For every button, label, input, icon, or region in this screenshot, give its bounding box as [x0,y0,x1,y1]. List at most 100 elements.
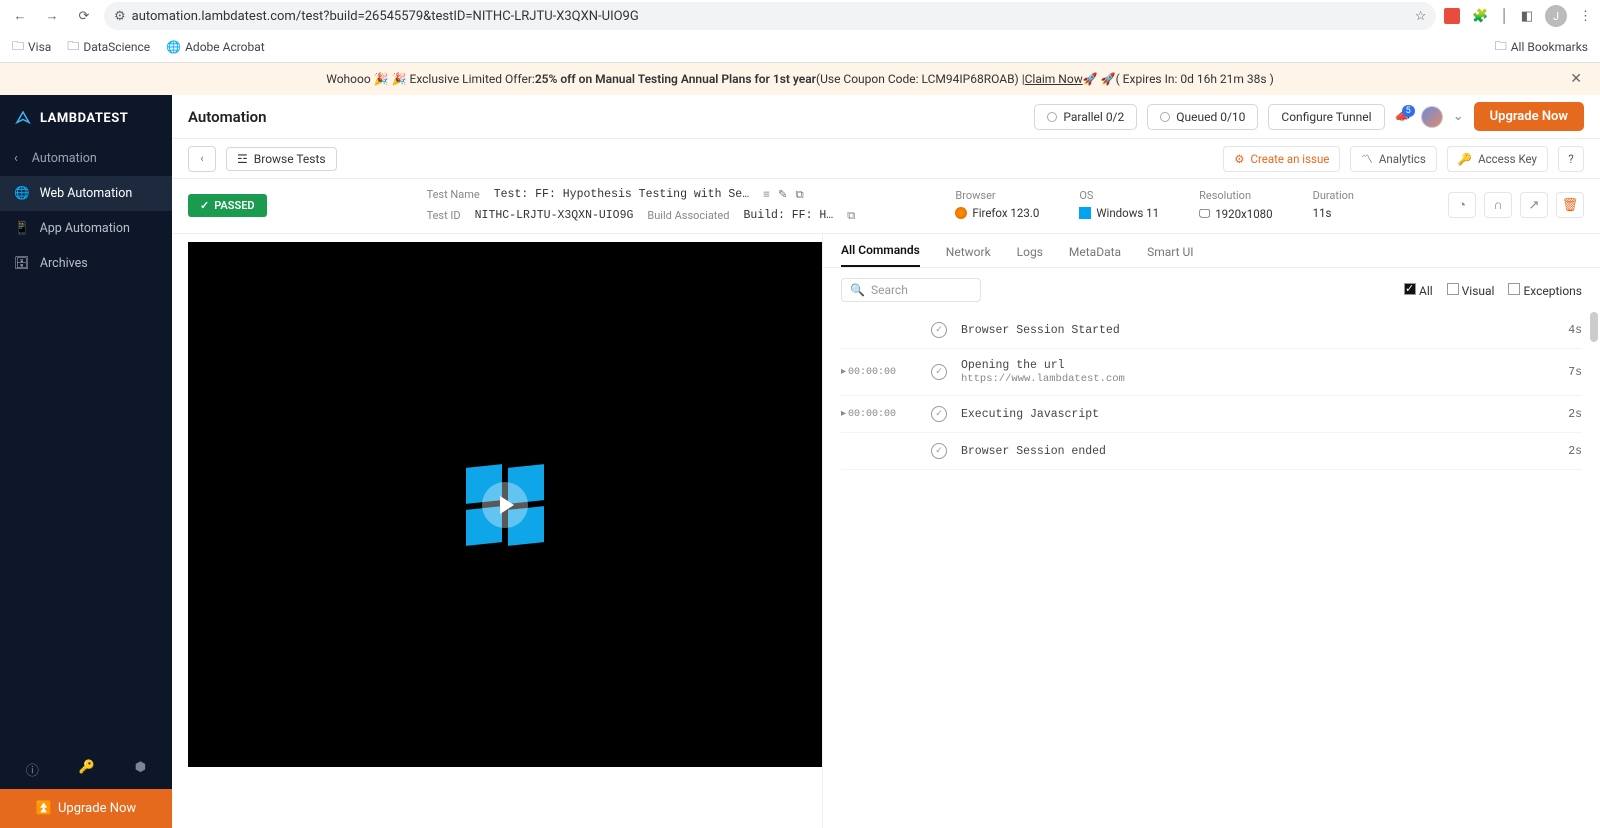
cmd-row[interactable]: ▸00:00:00 ✓ Opening the urlhttps://www.l… [841,349,1582,396]
sidebar: LAMBDATEST ‹ Automation 🌐 Web Automation… [0,95,172,828]
list-icon: ☲ [237,152,248,166]
url-text: automation.lambdatest.com/test?build=265… [132,9,1409,24]
content: ✓ PASSED Test Name Test: FF: Hypothesis … [172,179,1600,828]
gear-icon: ⚙ [1234,152,1244,166]
badge-count: 5 [1402,105,1415,117]
check-circle-icon: ✓ [931,443,947,459]
tab-metadata[interactable]: MetaData [1069,245,1121,267]
filter-exceptions[interactable]: Exceptions [1508,283,1582,298]
upgrade-now-button[interactable]: Upgrade Now [1474,102,1584,131]
logo[interactable]: LAMBDATEST [0,95,172,141]
promo-rockets: 🚀 🚀 [1083,72,1116,86]
promo-close-icon[interactable]: ✕ [1570,71,1582,87]
cmd-row[interactable]: ✓ Browser Session ended 2s [841,433,1582,470]
search-icon: 🔍 [850,283,865,297]
tab-all-commands[interactable]: All Commands [841,243,920,267]
url-bar[interactable]: ⚙ automation.lambdatest.com/test?build=2… [104,2,1436,30]
meta-strip: ✓ PASSED Test Name Test: FF: Hypothesis … [172,179,1600,234]
star-icon[interactable]: ☆ [1415,9,1427,24]
build-value: Build: FF: H… [743,209,833,222]
monitor-icon: 🖵 [1199,206,1210,221]
sidebar-parent-automation[interactable]: ‹ Automation [0,141,172,176]
bookmark-adobe[interactable]: 🌐Adobe Acrobat [166,40,265,54]
extensions-menu-icon[interactable]: 🧩 [1472,9,1488,24]
edit-icon[interactable]: ✎ [778,187,788,202]
create-issue-button[interactable]: ⚙Create an issue [1223,146,1340,172]
share-icon[interactable]: ↗ [1520,192,1548,218]
forward-nav-icon[interactable]: → [40,4,64,28]
sidebar-item-app-automation[interactable]: 📱 App Automation [0,211,172,246]
reload-icon[interactable]: ⟳ [72,4,96,28]
cube-icon[interactable]: ⬢ [135,760,146,779]
browser-toolbar: ← → ⟳ ⚙ automation.lambdatest.com/test?b… [0,0,1600,32]
promo-expires: ( Expires In: 0d 16h 21m 38s ) [1116,72,1274,86]
sidebar-item-archives[interactable]: 🗄 Archives [0,246,172,281]
site-info-icon[interactable]: ⚙ [114,9,126,24]
scrollbar[interactable] [1590,312,1598,342]
key-icon[interactable]: 🔑 [79,760,95,779]
kebab-menu-icon[interactable]: ⋮ [1579,9,1592,24]
profile-avatar-icon[interactable]: J [1545,5,1567,27]
filter-visual[interactable]: Visual [1447,283,1495,298]
copy-icon[interactable]: ⧉ [795,187,803,202]
all-bookmarks[interactable]: 🗀All Bookmarks [1495,37,1588,58]
help-button[interactable]: ? [1558,146,1584,172]
browser-meta: BrowserFirefox 123.0 OSWindows 11 Resolu… [955,189,1354,221]
help-icon[interactable]: ⓘ [26,760,39,779]
header-right: Parallel 0/2 Queued 0/10 Configure Tunne… [1034,102,1584,131]
extension-icon[interactable] [1444,8,1460,24]
sidebar-upgrade-button[interactable]: ⏫ Upgrade Now [0,789,172,828]
access-key-button[interactable]: 🔑Access Key [1447,146,1548,172]
play-button[interactable] [482,482,528,528]
tabs: All Commands Network Logs MetaData Smart… [823,234,1600,268]
queued-pill[interactable]: Queued 0/10 [1147,104,1258,130]
search-input[interactable]: 🔍 Search [841,278,981,302]
back-button[interactable]: ‹ [188,146,216,172]
folder-icon: 🗀 [1495,37,1507,58]
bookmark-datascience[interactable]: 🗀DataScience [67,37,150,58]
user-avatar[interactable] [1421,106,1443,128]
announcements-icon[interactable]: 📣5 [1395,109,1411,124]
bookmark-visa[interactable]: 🗀Visa [12,37,51,58]
tab-logs[interactable]: Logs [1017,245,1043,267]
bookmarks-bar: 🗀Visa 🗀DataScience 🌐Adobe Acrobat 🗀All B… [0,32,1600,62]
build-label: Build Associated [647,209,729,222]
upgrade-icon: ⏫ [36,801,52,816]
promo-claim-link[interactable]: Claim Now [1025,72,1083,86]
chevron-down-icon[interactable]: ⌄ [1453,109,1464,124]
parallel-pill[interactable]: Parallel 0/2 [1034,104,1137,130]
delete-icon[interactable]: 🗑 [1556,192,1584,218]
mobile-icon: 📱 [14,221,30,236]
sidepanel-icon[interactable]: ◧ [1521,9,1533,24]
sub-header-right: ⚙Create an issue 〽Analytics 🔑Access Key … [1223,146,1584,172]
cmd-list[interactable]: ✓ Browser Session Started 4s ▸00:00:00 ✓… [823,312,1600,470]
debug-icon[interactable]: ∩ [1484,192,1512,218]
main: Automation Parallel 0/2 Queued 0/10 Conf… [172,95,1600,828]
dot-icon [1160,112,1170,122]
play-small-icon: ▸ [841,408,846,420]
video-player[interactable] [188,242,822,767]
copy-icon[interactable]: ⧉ [847,208,855,223]
configure-tunnel-button[interactable]: Configure Tunnel [1268,104,1384,130]
filter-all[interactable]: All [1404,283,1433,298]
filter-icon[interactable]: ≡ [763,187,770,202]
folder-icon: 🗀 [67,37,79,58]
video-pane [172,234,822,828]
archive-icon: 🗄 [14,256,30,271]
tab-smart-ui[interactable]: Smart UI [1147,245,1193,267]
tab-network[interactable]: Network [946,245,991,267]
cmd-row[interactable]: ▸00:00:00 ✓ Executing Javascript 2s [841,396,1582,433]
back-nav-icon[interactable]: ← [8,4,32,28]
check-circle-icon: ✓ [931,322,947,338]
analytics-button[interactable]: 〽Analytics [1350,146,1436,172]
cmd-row[interactable]: ✓ Browser Session Started 4s [841,312,1582,349]
passed-badge: ✓ PASSED [188,194,267,217]
test-id-value: NITHC-LRJTU-X3QXN-UIO9G [475,209,634,222]
sidebar-bottom: ⓘ 🔑 ⬢ [0,750,172,789]
clock-icon[interactable]: ◔ [1448,192,1476,218]
dur-label: Duration [1313,189,1354,202]
sidebar-item-web-automation[interactable]: 🌐 Web Automation [0,176,172,211]
meta-actions: ◔ ∩ ↗ 🗑 [1448,192,1584,218]
os-label: OS [1079,189,1159,202]
browse-tests-button[interactable]: ☲ Browse Tests [226,147,337,171]
